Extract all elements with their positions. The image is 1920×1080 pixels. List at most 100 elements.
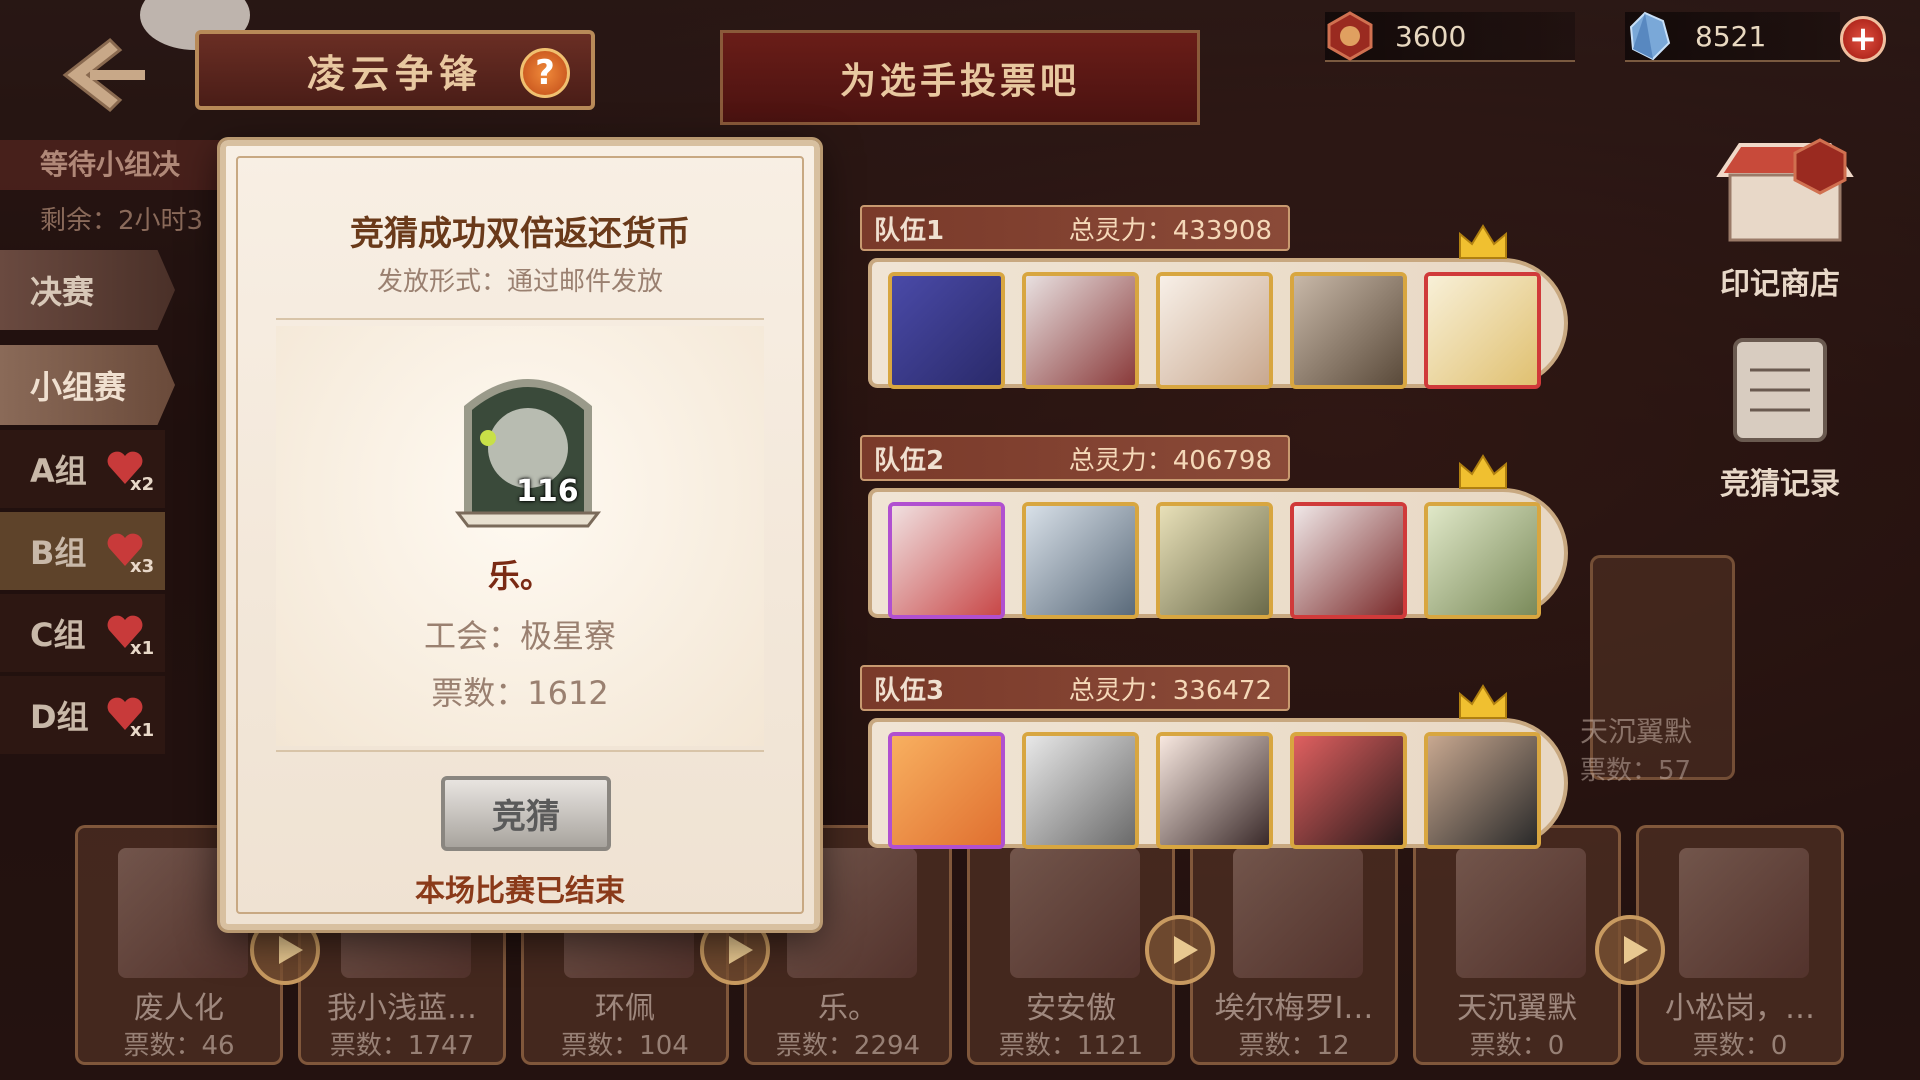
player-card[interactable]: 小松岗，… 票数：0 bbox=[1636, 825, 1844, 1065]
player-name: 环佩 bbox=[595, 991, 655, 1026]
hero-portrait[interactable] bbox=[1022, 502, 1139, 619]
player-name: 埃尔梅罗I… bbox=[1214, 991, 1374, 1026]
crown-icon bbox=[1459, 684, 1507, 719]
team-3-roster bbox=[868, 684, 1568, 849]
player-votes: 票数：0 bbox=[1469, 1031, 1565, 1061]
hero-portrait[interactable] bbox=[1424, 732, 1541, 849]
currency-crystal-value: 8521 bbox=[1695, 19, 1767, 53]
divider bbox=[276, 318, 764, 320]
player-card[interactable]: 埃尔梅罗I… 票数：12 bbox=[1190, 825, 1398, 1065]
player-votes: 票数：46 bbox=[123, 1031, 235, 1061]
tab-final[interactable]: 决赛 bbox=[0, 250, 175, 330]
player-name: 天沉翼默 bbox=[1457, 991, 1577, 1026]
time-remaining: 剩余：2小时3 bbox=[40, 206, 204, 236]
player-votes: 票数：1612 bbox=[431, 674, 609, 712]
player-card[interactable]: 天沉翼默 票数：0 bbox=[1413, 825, 1621, 1065]
player-card[interactable]: 安安傲 票数：1121 bbox=[967, 825, 1175, 1065]
group-item-a[interactable]: A组 x2 bbox=[0, 430, 165, 508]
hero-portrait[interactable] bbox=[1290, 502, 1407, 619]
team-1-header: 队伍1 总灵力：433908 bbox=[860, 205, 1290, 251]
hero-portrait[interactable] bbox=[1022, 272, 1139, 389]
back-arrow-icon bbox=[62, 38, 145, 112]
team-3-header: 队伍3 总灵力：336472 bbox=[860, 665, 1290, 711]
back-button[interactable] bbox=[50, 30, 150, 120]
hero-portrait[interactable] bbox=[1156, 272, 1273, 389]
seal-shop-label: 印记商店 bbox=[1720, 267, 1840, 302]
player-votes: 票数：2294 bbox=[775, 1031, 921, 1061]
team-label: 队伍3 bbox=[874, 675, 945, 706]
player-votes: 票数：0 bbox=[1692, 1031, 1788, 1061]
hero-portrait[interactable] bbox=[1022, 732, 1139, 849]
vote-banner-text: 为选手投票吧 bbox=[839, 60, 1080, 102]
group-label: D组 bbox=[30, 698, 89, 736]
player-avatar bbox=[1456, 848, 1586, 978]
group-item-c[interactable]: C组 x1 bbox=[0, 594, 165, 672]
player-name: 我小浅蓝… bbox=[327, 991, 477, 1026]
team-power: 总灵力：336472 bbox=[1068, 675, 1272, 706]
guess-button-label: 竞猜 bbox=[492, 797, 560, 837]
group-item-b[interactable]: B组 x3 bbox=[0, 512, 165, 590]
currency-seal: 3600 bbox=[1325, 11, 1575, 62]
team-label: 队伍1 bbox=[874, 215, 945, 246]
heart-multiplier: x1 bbox=[130, 638, 155, 659]
team-1-roster bbox=[868, 224, 1568, 389]
hero-portrait[interactable] bbox=[1290, 272, 1407, 389]
hero-portrait[interactable] bbox=[888, 272, 1005, 389]
dialog-title: 竞猜成功双倍返还货币 bbox=[350, 214, 690, 254]
player-name: 天沉翼默 bbox=[1580, 715, 1693, 748]
player-name: 废人化 bbox=[134, 991, 224, 1026]
currency-seal-value: 3600 bbox=[1395, 19, 1467, 53]
dialog-subtitle: 发放形式：通过邮件发放 bbox=[376, 267, 663, 297]
hero-portrait[interactable] bbox=[888, 502, 1005, 619]
player-votes: 票数：104 bbox=[561, 1031, 689, 1061]
team-power: 总灵力：406798 bbox=[1068, 445, 1272, 476]
play-icon[interactable] bbox=[1145, 915, 1215, 985]
crown-icon bbox=[1459, 454, 1507, 489]
hero-portrait[interactable] bbox=[1424, 272, 1541, 389]
player-name: 安安傲 bbox=[1026, 991, 1116, 1026]
group-label: B组 bbox=[30, 534, 87, 572]
tab-group-stage-label: 小组赛 bbox=[30, 368, 127, 406]
tab-final-label: 决赛 bbox=[30, 273, 95, 311]
group-label: A组 bbox=[30, 452, 87, 490]
heart-multiplier: x3 bbox=[130, 556, 155, 577]
group-item-d[interactable]: D组 x1 bbox=[0, 676, 165, 754]
player-level: 116 bbox=[516, 474, 579, 509]
player-votes: 票数：57 bbox=[1580, 756, 1692, 786]
seal-coin-icon bbox=[1327, 11, 1373, 61]
hero-portrait[interactable] bbox=[1156, 502, 1273, 619]
team-label: 队伍2 bbox=[874, 445, 945, 476]
hero-portrait[interactable] bbox=[1156, 732, 1273, 849]
play-icon[interactable] bbox=[1595, 915, 1665, 985]
player-votes: 票数：1121 bbox=[998, 1031, 1144, 1061]
currency-crystal: 8521 bbox=[1625, 11, 1840, 62]
match-ended-text: 本场比赛已结束 bbox=[415, 874, 625, 909]
crystal-icon bbox=[1629, 11, 1671, 61]
vote-banner: 为选手投票吧 bbox=[720, 30, 1200, 125]
group-label: C组 bbox=[30, 616, 86, 654]
divider bbox=[276, 750, 764, 752]
clipboard-icon bbox=[1733, 338, 1827, 442]
crown-icon bbox=[1459, 224, 1507, 259]
game-screen: { "header": { "title": "凌云争锋", "help_sym… bbox=[0, 0, 1920, 1080]
heart-multiplier: x2 bbox=[130, 474, 155, 495]
hero-portrait[interactable] bbox=[1290, 732, 1407, 849]
seal-shop-button[interactable]: 印记商店 bbox=[1690, 135, 1870, 303]
player-name: 乐。 bbox=[818, 991, 878, 1026]
match-status: 等待小组决 bbox=[0, 140, 230, 190]
hero-portrait[interactable] bbox=[1424, 502, 1541, 619]
bet-dialog: 竞猜成功双倍返还货币 发放形式：通过邮件发放 116 乐。 工会：极星寮 票数：… bbox=[220, 140, 820, 930]
tab-group-stage[interactable]: 小组赛 bbox=[0, 345, 175, 425]
guess-button[interactable]: 竞猜 bbox=[441, 776, 611, 851]
player-name: 乐。 bbox=[487, 557, 552, 595]
team-2-header: 队伍2 总灵力：406798 bbox=[860, 435, 1290, 481]
guess-records-button[interactable]: 竞猜记录 bbox=[1690, 335, 1870, 503]
player-votes: 票数：12 bbox=[1238, 1031, 1350, 1061]
add-currency-button[interactable]: + bbox=[1840, 16, 1886, 62]
player-votes: 票数：1747 bbox=[329, 1031, 475, 1061]
help-icon[interactable]: ? bbox=[520, 48, 570, 98]
player-avatar bbox=[1679, 848, 1809, 978]
player-avatar bbox=[1010, 848, 1140, 978]
hero-portrait[interactable] bbox=[888, 732, 1005, 849]
page-title-text: 凌云争锋 bbox=[306, 51, 483, 96]
